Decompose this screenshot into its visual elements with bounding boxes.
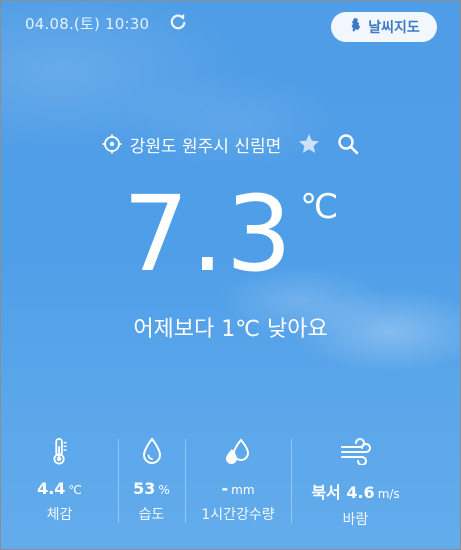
weather-map-label: 날씨지도: [368, 20, 420, 36]
weather-stats: 4.4 ℃ 체감 53% 습도 - mm 1시간강수량 북서 4.6 m/s 바…: [1, 431, 460, 531]
korea-map-icon: [348, 17, 364, 37]
top-bar: 04.08.(토) 10:30 날씨지도: [1, 1, 460, 47]
stat-humidity: 53% 습도: [118, 431, 185, 531]
refresh-icon[interactable]: [169, 13, 187, 31]
precipitation-label: 1시간강수량: [201, 507, 275, 523]
humidity-value: 53%: [133, 479, 170, 498]
stat-feels-like: 4.4 ℃ 체감: [1, 431, 118, 531]
feels-like-label: 체감: [46, 507, 73, 523]
stat-wind: 북서 4.6 m/s 바람: [291, 431, 420, 531]
thermometer-icon: [50, 433, 70, 465]
water-drop-icon: [141, 433, 163, 465]
weather-screen: 04.08.(토) 10:30 날씨지도 강원도 원주시 신림면 7.3 ℃ 어…: [0, 0, 461, 550]
humidity-label: 습도: [138, 507, 165, 523]
weather-map-button[interactable]: 날씨지도: [331, 12, 437, 42]
wind-icon: [340, 433, 372, 465]
location-name[interactable]: 강원도 원주시 신림면: [130, 132, 282, 157]
wind-label: 바람: [342, 512, 369, 528]
current-location-icon[interactable]: [102, 134, 122, 154]
location-row: 강원도 원주시 신림면: [1, 129, 460, 159]
temperature-unit: ℃: [300, 187, 339, 227]
favorite-star-icon[interactable]: [297, 132, 321, 156]
update-datetime: 04.08.(토) 10:30: [25, 15, 150, 33]
rain-drops-icon: [223, 433, 253, 465]
temperature-value: 7.3: [122, 173, 295, 295]
search-icon[interactable]: [337, 133, 359, 155]
yesterday-comparison: 어제보다 1℃ 낮아요: [133, 317, 328, 342]
feels-like-value: 4.4 ℃: [37, 479, 82, 498]
wind-value: 북서 4.6 m/s: [311, 483, 400, 502]
stat-precipitation: - mm 1시간강수량: [185, 431, 291, 531]
current-temperature: 7.3 ℃: [1, 179, 460, 289]
precipitation-value: - mm: [221, 479, 255, 498]
